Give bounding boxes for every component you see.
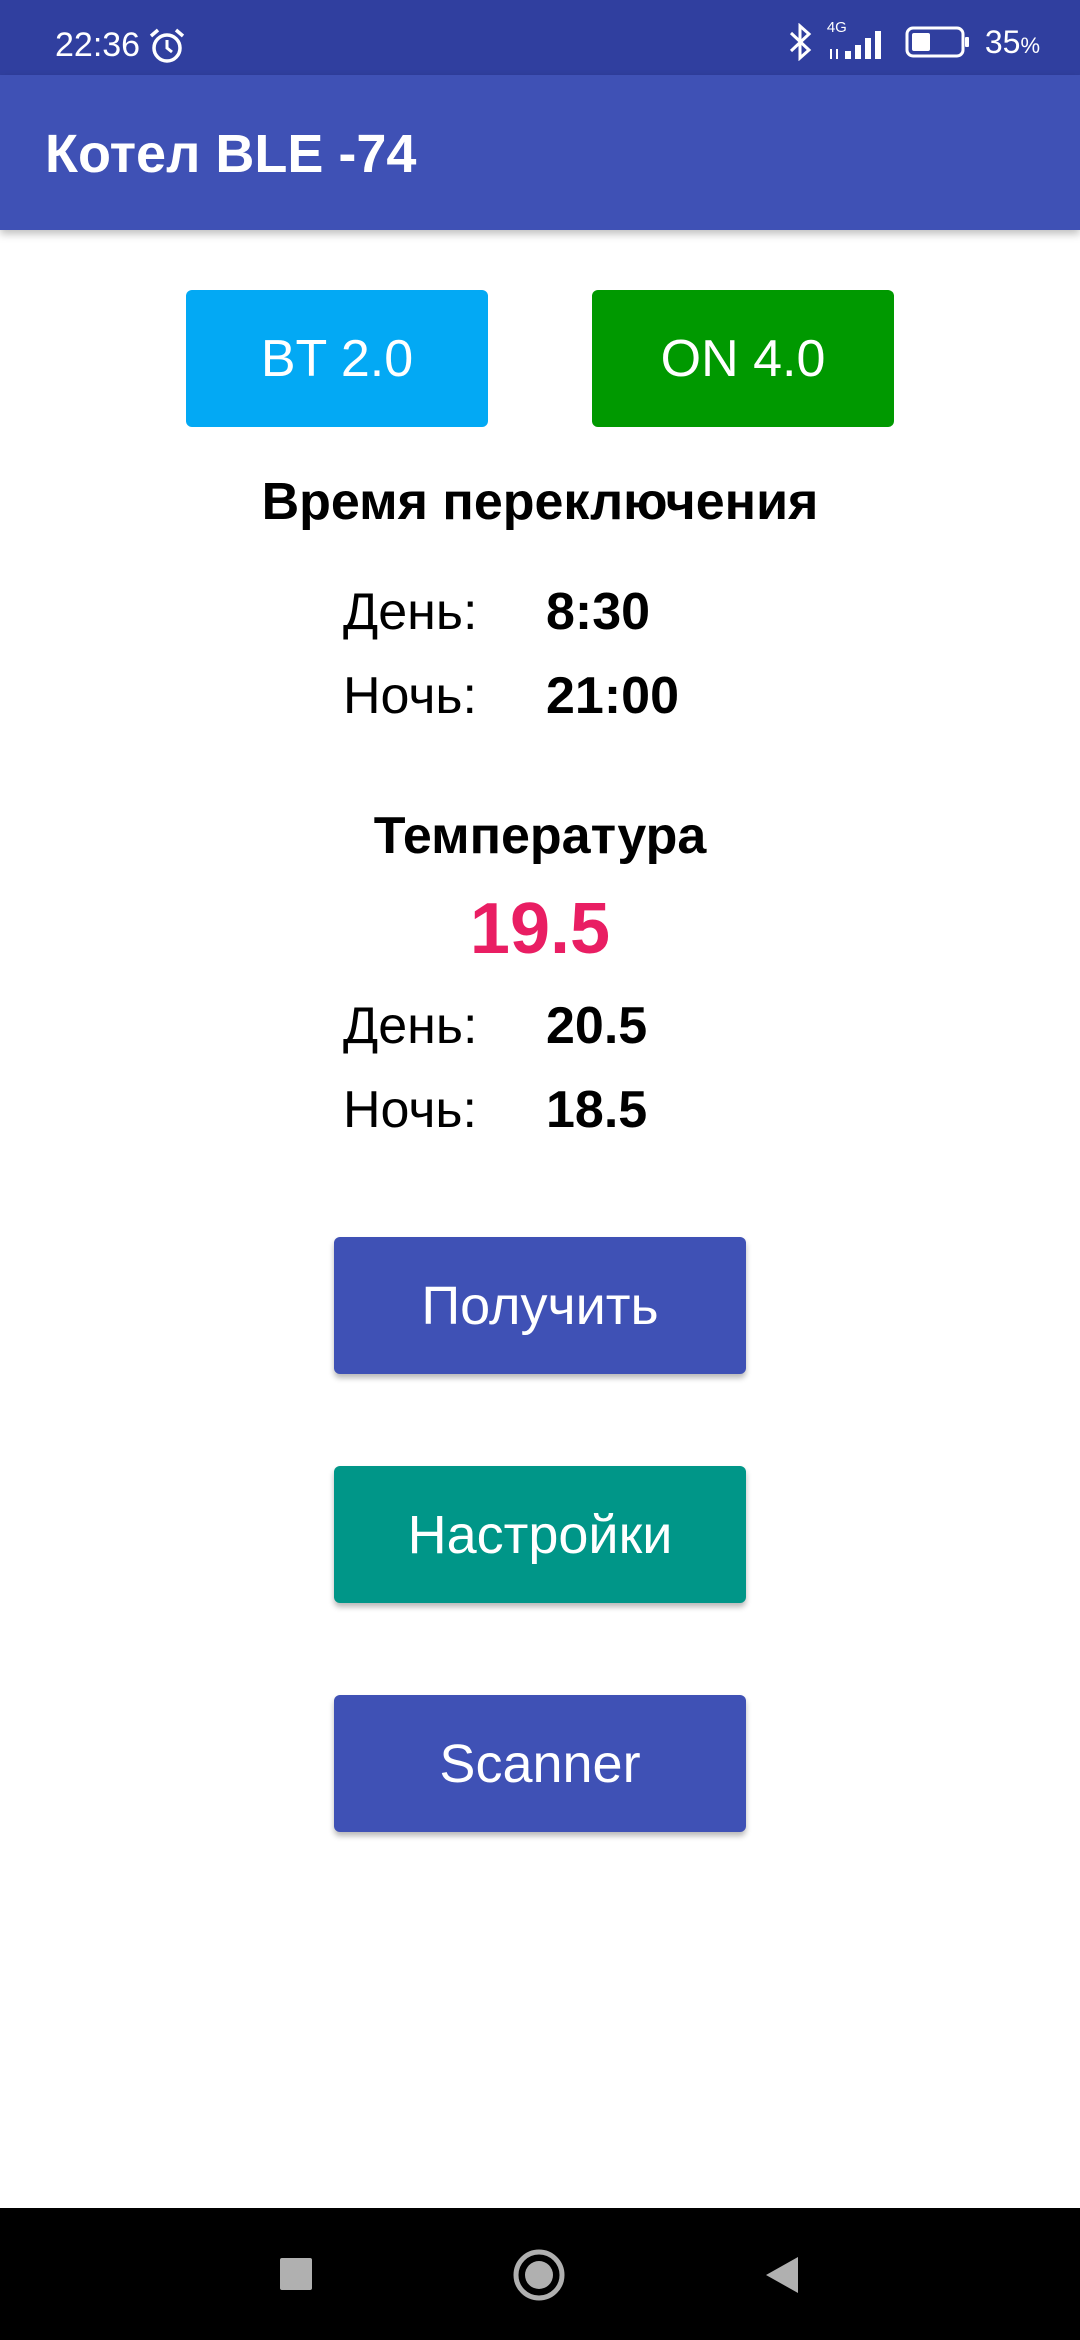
temp-day-value: 20.5 bbox=[546, 997, 648, 1055]
recents-icon[interactable] bbox=[278, 2256, 314, 2292]
signal-icon: 4G bbox=[827, 19, 891, 61]
bt-status-label: BT 2.0 bbox=[260, 329, 414, 388]
temp-night-label: Ночь: bbox=[343, 1081, 477, 1139]
settings-button-label: Настройки bbox=[407, 1504, 673, 1565]
bt-status-chip: BT 2.0 bbox=[186, 290, 488, 427]
home-icon[interactable] bbox=[512, 2248, 566, 2302]
get-button[interactable]: Получить bbox=[334, 1237, 746, 1374]
switch-day-label: День: bbox=[343, 583, 478, 641]
temp-night-value: 18.5 bbox=[546, 1081, 648, 1139]
scanner-button-label: Scanner bbox=[439, 1733, 641, 1794]
app-title: Котел BLE -74 bbox=[45, 124, 417, 184]
on-status-chip: ON 4.0 bbox=[592, 290, 894, 427]
temp-day-label: День: bbox=[343, 997, 478, 1055]
bluetooth-icon bbox=[789, 23, 812, 61]
app-bar: Котел BLE -74 bbox=[0, 75, 1080, 230]
on-status-label: ON 4.0 bbox=[660, 329, 826, 388]
status-icons: 4G 35% bbox=[787, 19, 1040, 62]
scanner-button[interactable]: Scanner bbox=[334, 1695, 746, 1832]
switch-time-heading: Время переключения bbox=[261, 473, 819, 531]
switch-day-value: 8:30 bbox=[546, 583, 651, 641]
battery-icon bbox=[905, 26, 969, 58]
back-icon[interactable] bbox=[762, 2254, 802, 2296]
status-time: 22:36 bbox=[55, 26, 141, 64]
get-button-label: Получить bbox=[421, 1275, 659, 1336]
status-bar: 22:36 4G 35% bbox=[0, 0, 1080, 75]
switch-night-value: 21:00 bbox=[546, 667, 679, 725]
current-temperature: 19.5 bbox=[469, 889, 611, 969]
alarm-icon bbox=[149, 28, 185, 63]
switch-night-label: Ночь: bbox=[343, 667, 477, 725]
temperature-heading: Температура bbox=[373, 807, 707, 865]
battery-percent: 35% bbox=[984, 23, 1040, 60]
settings-button[interactable]: Настройки bbox=[334, 1466, 746, 1603]
